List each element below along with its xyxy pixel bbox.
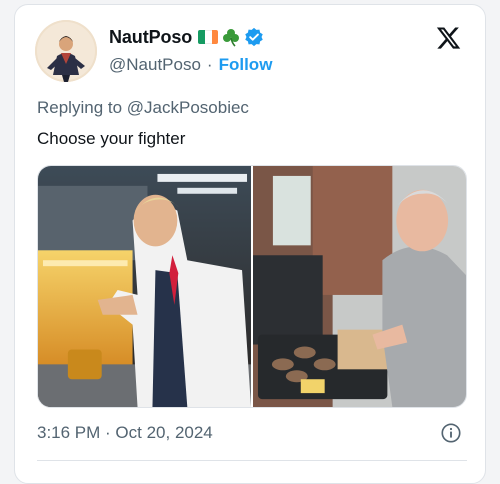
x-logo-icon[interactable] <box>435 25 462 51</box>
divider <box>37 460 467 461</box>
man-in-apron-at-fry-station-photo[interactable] <box>38 166 251 407</box>
ireland-flag-icon <box>198 30 219 44</box>
tweet-card: NautPoso @NautPoso · Follow Replying to … <box>14 4 486 484</box>
tweet-media[interactable] <box>37 165 467 408</box>
author-display-name[interactable]: NautPoso <box>109 27 192 48</box>
author-handle-row: @NautPoso · Follow <box>109 55 272 75</box>
shamrock-icon <box>223 29 240 47</box>
verified-badge-icon <box>245 27 263 47</box>
follow-button[interactable]: Follow <box>219 55 273 75</box>
author-avatar[interactable] <box>35 20 97 82</box>
man-grilling-burgers-photo[interactable] <box>253 166 466 407</box>
replying-to-text[interactable]: Replying to @JackPosobiec <box>37 98 249 118</box>
avatar-icon <box>35 20 97 82</box>
tweet-timestamp[interactable]: 3:16 PM · Oct 20, 2024 <box>37 423 213 443</box>
tweet-text: Choose your fighter <box>37 129 186 148</box>
handle-separator: · <box>206 55 213 74</box>
info-icon[interactable] <box>440 422 462 444</box>
author-name-row: NautPoso <box>109 26 264 48</box>
author-handle[interactable]: @NautPoso <box>109 55 201 75</box>
